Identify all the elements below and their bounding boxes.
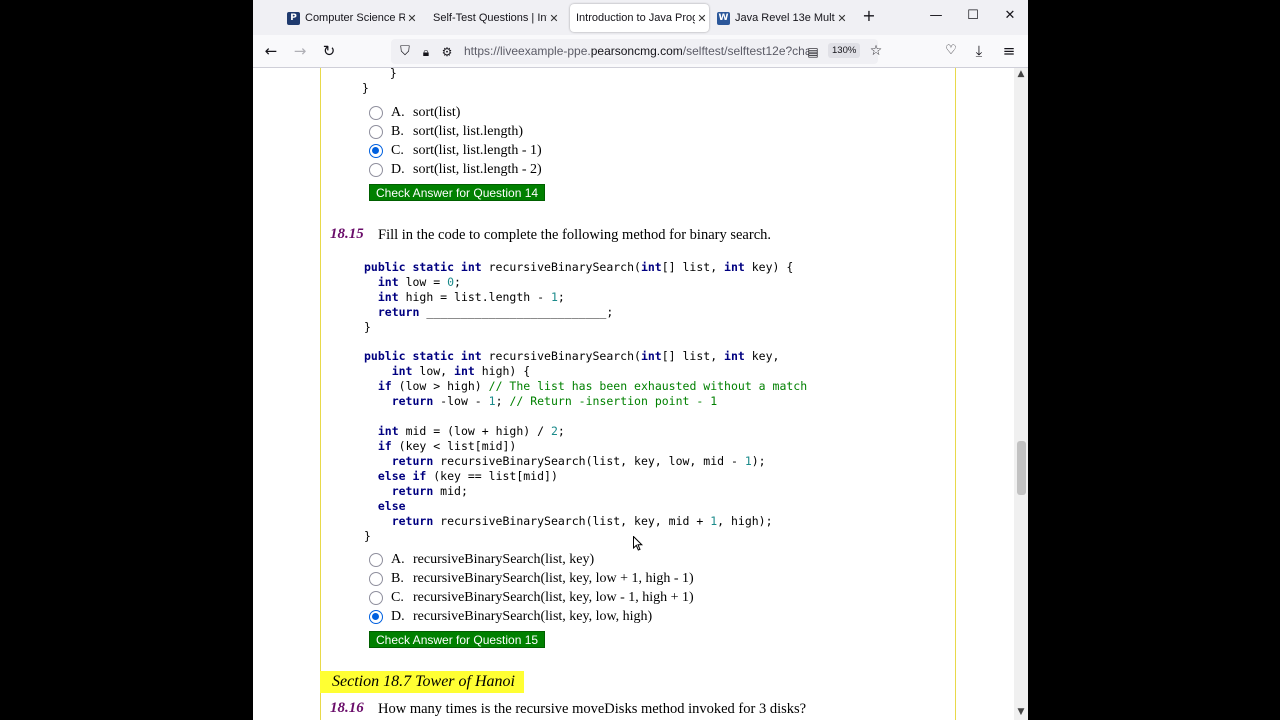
code-line: int low, int high) { bbox=[391, 364, 531, 378]
code-line: public static int recursiveBinarySearch(… bbox=[364, 349, 780, 363]
close-window-icon[interactable]: ✕ bbox=[1000, 8, 1020, 23]
forward-icon[interactable]: → bbox=[290, 42, 310, 60]
scroll-thumb[interactable] bbox=[1017, 441, 1026, 495]
radio-button[interactable] bbox=[369, 106, 383, 120]
radio-button[interactable] bbox=[369, 572, 383, 586]
radio-button[interactable] bbox=[369, 125, 383, 139]
page-content: } } A. sort(list) B. sort(list, list.len… bbox=[253, 68, 1028, 720]
zoom-level[interactable]: 130% bbox=[828, 43, 861, 58]
code-line: return recursiveBinarySearch(list, key, … bbox=[391, 514, 773, 528]
question-number: 18.15 bbox=[330, 226, 364, 242]
code-line: return -low - 1; // Return -insertion po… bbox=[391, 394, 718, 408]
section-heading: Section 18.7 Tower of Hanoi bbox=[320, 671, 524, 693]
minimize-icon[interactable]: — bbox=[926, 8, 946, 23]
code-line: int high = list.length - 1; bbox=[377, 290, 565, 304]
close-icon[interactable]: ✕ bbox=[547, 12, 561, 25]
code-line: } bbox=[376, 68, 397, 80]
navigation-bar: ← → ↻ ⛉ 🔒︎ ⚙ https://liveexample-ppe.pea… bbox=[253, 35, 1028, 68]
code-line: int low = 0; bbox=[377, 275, 461, 289]
code-line: if (key < list[mid]) bbox=[377, 439, 517, 453]
q14-option-d[interactable]: D. sort(list, list.length - 2) bbox=[369, 161, 542, 179]
q15-option-b[interactable]: B. recursiveBinarySearch(list, key, low … bbox=[369, 570, 694, 588]
radio-button-checked[interactable] bbox=[369, 610, 383, 624]
radio-button[interactable] bbox=[369, 591, 383, 605]
word-icon: W bbox=[717, 11, 730, 25]
maximize-icon[interactable]: ☐ bbox=[963, 8, 983, 23]
tab-computer-science[interactable]: P Computer Science Res ✕ bbox=[287, 4, 419, 32]
code-line: int mid = (low + high) / 2; bbox=[377, 424, 565, 438]
permissions-icon[interactable]: ⚙ bbox=[437, 43, 457, 61]
pearson-p-icon: P bbox=[287, 11, 300, 25]
code-line: else if (key == list[mid]) bbox=[377, 469, 558, 483]
check-answer-14-button[interactable]: Check Answer for Question 14 bbox=[369, 184, 546, 201]
code-line: public static int recursiveBinarySearch(… bbox=[364, 260, 794, 274]
bookmark-star-icon[interactable]: ☆ bbox=[866, 42, 886, 60]
pocket-icon[interactable]: ♡ bbox=[941, 42, 961, 60]
reload-icon[interactable]: ↻ bbox=[319, 42, 339, 60]
radio-button[interactable] bbox=[369, 553, 383, 567]
question-text: Fill in the code to complete the followi… bbox=[378, 227, 772, 243]
url-text[interactable]: https://liveexample-ppe.pearsoncmg.com/s… bbox=[464, 44, 809, 58]
code-line: if (low > high) // The list has been exh… bbox=[377, 379, 808, 393]
code-line: return mid; bbox=[391, 484, 468, 498]
mouse-cursor-icon bbox=[633, 536, 643, 551]
code-line: return recursiveBinarySearch(list, key, … bbox=[391, 454, 766, 468]
close-icon[interactable]: ✕ bbox=[695, 12, 709, 25]
browser-window: P Computer Science Res ✕ Self-Test Quest… bbox=[253, 0, 1028, 720]
new-tab-icon[interactable]: + bbox=[859, 6, 879, 25]
code-line: else bbox=[377, 499, 406, 513]
question-number: 18.16 bbox=[330, 700, 364, 716]
radio-button[interactable] bbox=[369, 163, 383, 177]
code-line: } bbox=[364, 320, 371, 334]
url-bar[interactable]: ⛉ 🔒︎ ⚙ https://liveexample-ppe.pearsoncm… bbox=[391, 39, 878, 64]
q15-option-c[interactable]: C. recursiveBinarySearch(list, key, low … bbox=[369, 589, 694, 607]
shield-icon[interactable]: ⛉ bbox=[395, 43, 415, 61]
code-line: return __________________________; bbox=[377, 305, 614, 319]
lock-icon[interactable]: 🔒︎ bbox=[416, 43, 436, 61]
back-icon[interactable]: ← bbox=[261, 42, 281, 60]
vertical-scrollbar[interactable]: ▲ ▼ bbox=[1014, 68, 1028, 720]
reader-view-icon[interactable]: ▤ bbox=[803, 43, 823, 61]
radio-button-checked[interactable] bbox=[369, 144, 383, 158]
q14-option-a[interactable]: A. sort(list) bbox=[369, 104, 460, 122]
close-icon[interactable]: ✕ bbox=[835, 12, 849, 25]
code-line: } bbox=[364, 529, 371, 543]
tab-bar: P Computer Science Res ✕ Self-Test Quest… bbox=[253, 0, 1028, 35]
scroll-down-icon[interactable]: ▼ bbox=[1016, 707, 1026, 717]
q15-option-d[interactable]: D. recursiveBinarySearch(list, key, low,… bbox=[369, 608, 652, 626]
scroll-up-icon[interactable]: ▲ bbox=[1016, 69, 1026, 79]
tab-self-test[interactable]: Self-Test Questions | Introd ✕ bbox=[429, 4, 561, 32]
q14-option-c[interactable]: C. sort(list, list.length - 1) bbox=[369, 142, 542, 160]
close-icon[interactable]: ✕ bbox=[405, 12, 419, 25]
question-text: How many times is the recursive moveDisk… bbox=[378, 701, 807, 717]
code-line: } bbox=[362, 81, 369, 95]
download-icon[interactable]: ⤓ bbox=[969, 42, 989, 60]
q15-option-a[interactable]: A. recursiveBinarySearch(list, key) bbox=[369, 551, 594, 569]
q14-option-b[interactable]: B. sort(list, list.length) bbox=[369, 123, 523, 141]
tab-intro-java[interactable]: Introduction to Java Progr ✕ bbox=[570, 4, 709, 32]
menu-icon[interactable]: ≡ bbox=[999, 42, 1019, 60]
check-answer-15-button[interactable]: Check Answer for Question 15 bbox=[369, 631, 546, 648]
tab-java-revel[interactable]: W Java Revel 13e Multipl ✕ bbox=[717, 4, 849, 32]
